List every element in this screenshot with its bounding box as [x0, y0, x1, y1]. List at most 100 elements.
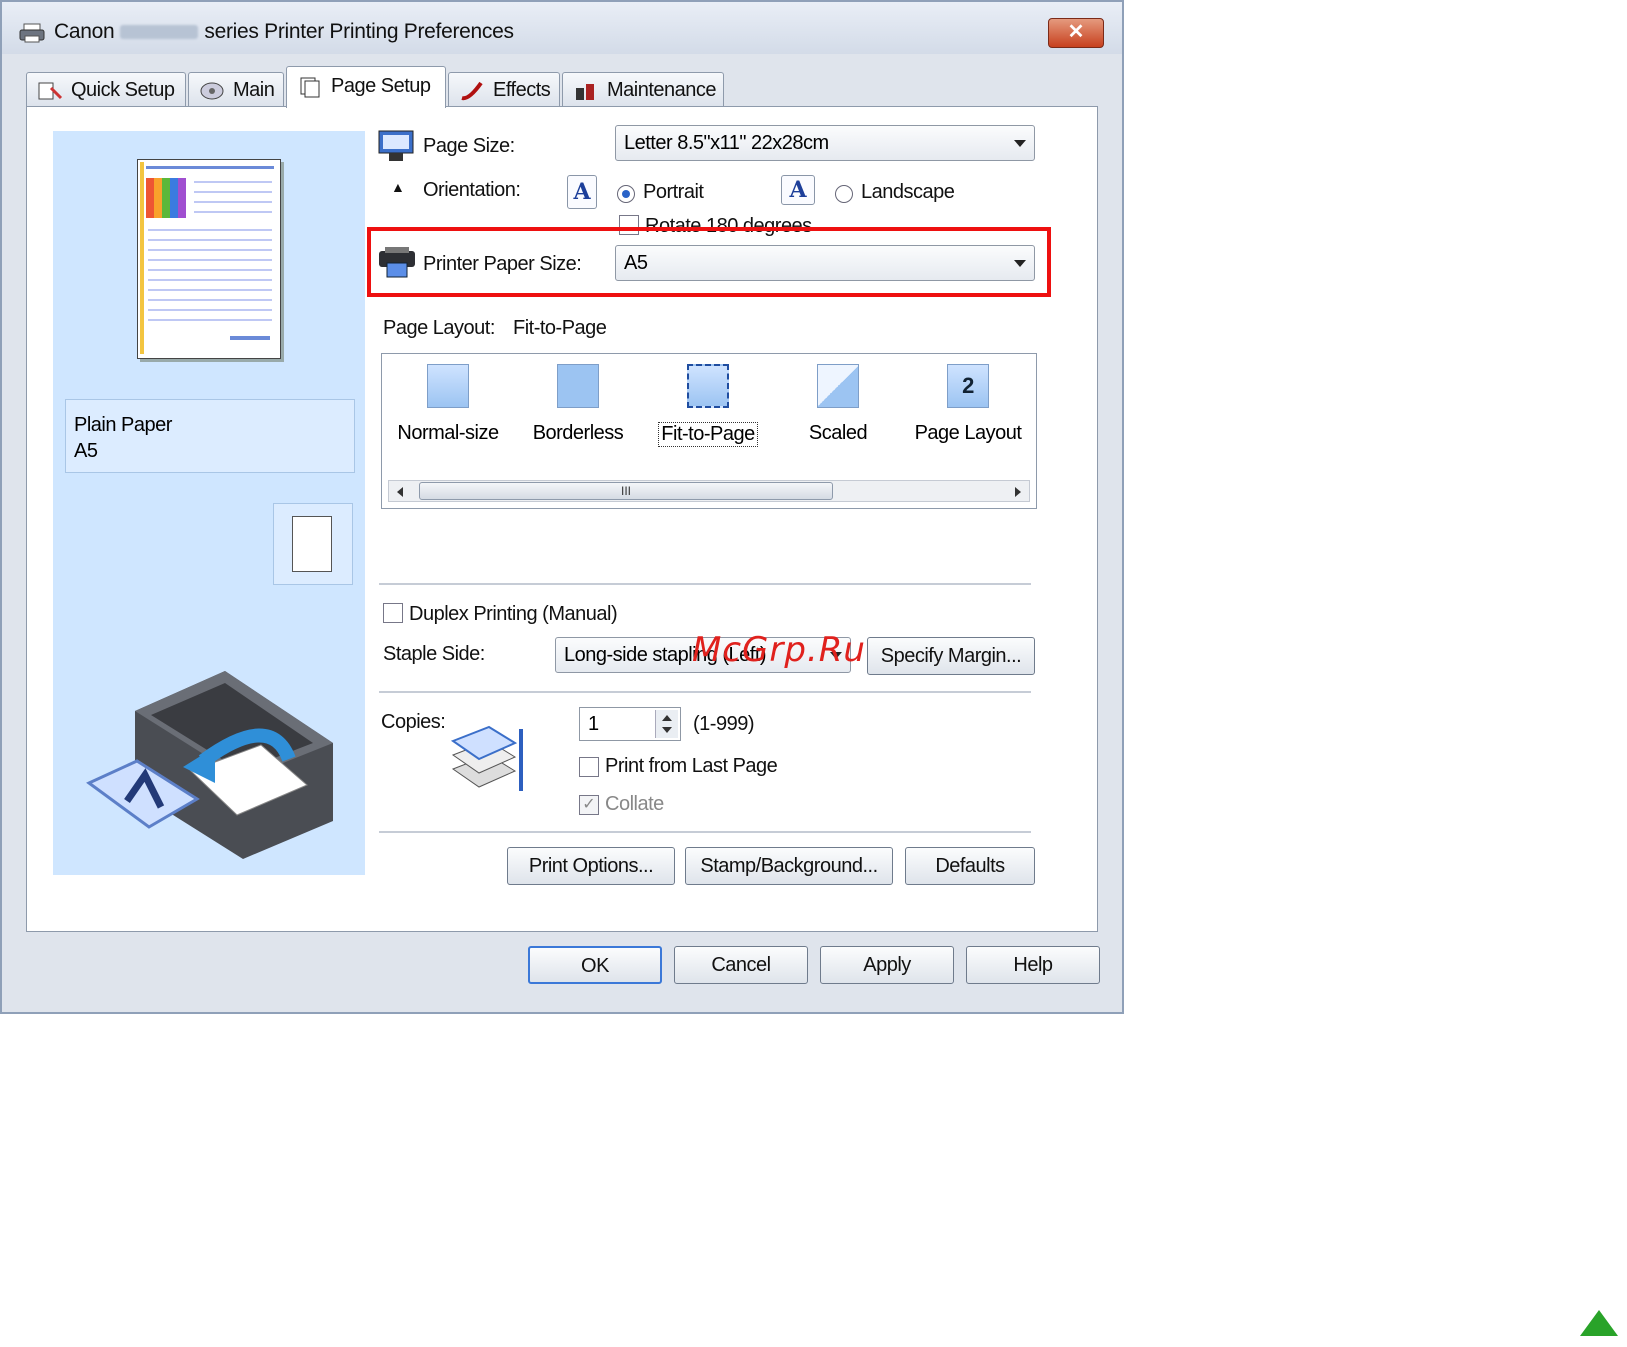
fit-to-page-icon: [687, 364, 729, 408]
quick-setup-icon: [38, 82, 63, 100]
page-setup-icon: [300, 77, 320, 98]
copies-spinner[interactable]: [655, 710, 678, 738]
scroll-left-icon[interactable]: [397, 487, 403, 497]
scrollbar-thumb[interactable]: III: [419, 482, 833, 500]
tab-label: Effects: [493, 79, 551, 101]
printer-paper-size-value: A5: [624, 252, 648, 274]
preview-pane: Plain Paper A5: [53, 131, 365, 875]
title-prefix: Canon: [54, 20, 115, 43]
layout-scrollbar[interactable]: III: [388, 480, 1030, 502]
copies-value: 1: [588, 713, 600, 735]
media-size-text: A5: [74, 440, 98, 462]
tab-quick-setup[interactable]: Quick Setup: [26, 72, 186, 106]
divider: [379, 691, 1031, 693]
back-to-top-icon[interactable]: [1580, 1310, 1618, 1336]
collate-checkbox[interactable]: ✓: [579, 795, 599, 815]
page-layout-list: Normal-size Borderless Fit-to-Page Scale…: [381, 353, 1037, 509]
layout-item-page-layout[interactable]: 2 Page Layout: [908, 364, 1028, 445]
media-info: Plain Paper A5: [65, 399, 355, 473]
layout-item-label: Borderless: [532, 422, 624, 444]
copies-stack-icon: [450, 725, 523, 791]
chevron-down-icon: [1014, 260, 1026, 267]
printer-illustration: [86, 671, 333, 859]
layout-item-label: Fit-to-Page: [658, 422, 758, 447]
cancel-button[interactable]: Cancel: [674, 946, 808, 984]
staple-side-label: Staple Side:: [383, 643, 485, 665]
portrait-icon: A: [567, 175, 597, 209]
document-preview-image: [140, 162, 274, 354]
orientation-bullet-icon: ▲: [391, 179, 405, 195]
divider: [379, 831, 1031, 833]
help-button[interactable]: Help: [966, 946, 1100, 984]
landscape-icon: A: [781, 175, 815, 205]
apply-button[interactable]: Apply: [820, 946, 954, 984]
page-preview: [137, 159, 281, 359]
page-setup-panel: Plain Paper A5 Page Size: Letter 8.5"x11…: [26, 106, 1098, 932]
portrait-label[interactable]: Portrait: [643, 181, 704, 204]
media-type-text: Plain Paper: [74, 414, 172, 436]
orientation-preview: [273, 503, 353, 585]
model-name-redacted: [120, 25, 199, 40]
portrait-radio[interactable]: [617, 185, 635, 203]
scroll-right-icon[interactable]: [1015, 487, 1021, 497]
layout-item-scaled[interactable]: Scaled: [778, 364, 898, 445]
duplex-label[interactable]: Duplex Printing (Manual): [409, 603, 618, 626]
print-last-page-checkbox[interactable]: [579, 757, 599, 777]
printer-icon: [19, 23, 45, 43]
print-last-page-label[interactable]: Print from Last Page: [605, 755, 778, 778]
printer-paper-size-dropdown[interactable]: A5: [615, 245, 1035, 281]
title-suffix: series Printer Printing Preferences: [204, 20, 514, 43]
landscape-radio[interactable]: [835, 185, 853, 203]
page-size-label: Page Size:: [423, 135, 515, 157]
tab-effects[interactable]: Effects: [448, 72, 560, 106]
stamp-background-button[interactable]: Stamp/Background...: [685, 847, 893, 885]
effects-icon: [461, 81, 483, 100]
page-size-icon: [378, 130, 414, 161]
layout-item-label: Normal-size: [397, 422, 499, 444]
layout-item-normal-size[interactable]: Normal-size: [388, 364, 508, 445]
window-title: Canon series Printer Printing Preferences: [54, 20, 514, 44]
close-icon: ✕: [1067, 21, 1085, 43]
layout-item-fit-to-page[interactable]: Fit-to-Page: [648, 364, 768, 447]
page-layout-label: Page Layout:: [383, 317, 495, 339]
tab-label: Maintenance: [607, 79, 717, 101]
printer-paper-size-label: Printer Paper Size:: [423, 253, 582, 275]
scaled-icon: [817, 364, 859, 408]
layout-item-borderless[interactable]: Borderless: [518, 364, 638, 445]
landscape-label[interactable]: Landscape: [861, 181, 955, 204]
copies-label: Copies:: [381, 711, 446, 733]
chevron-down-icon: [1014, 140, 1026, 147]
copies-input[interactable]: 1: [579, 707, 681, 741]
layout-item-label: Scaled: [808, 422, 868, 444]
tab-label: Page Setup: [331, 75, 431, 97]
page-layout-value: Fit-to-Page: [513, 317, 607, 339]
divider: [379, 583, 1031, 585]
print-options-button[interactable]: Print Options...: [507, 847, 675, 885]
printer-paper-size-icon: [379, 247, 415, 278]
tab-label: Quick Setup: [71, 79, 175, 101]
close-button[interactable]: ✕: [1048, 18, 1104, 48]
spinner-arrows-icon: [662, 715, 672, 733]
portrait-page-icon: [292, 516, 332, 572]
normal-size-icon: [427, 364, 469, 408]
page-size-value: Letter 8.5"x11" 22x28cm: [624, 132, 829, 154]
duplex-checkbox[interactable]: [383, 603, 403, 623]
tab-maintenance[interactable]: Maintenance: [562, 72, 724, 106]
tab-page-setup[interactable]: Page Setup: [286, 66, 446, 108]
specify-margin-button[interactable]: Specify Margin...: [867, 637, 1035, 675]
defaults-button[interactable]: Defaults: [905, 847, 1035, 885]
borderless-icon: [557, 364, 599, 408]
tab-main[interactable]: Main: [188, 72, 284, 106]
collate-label[interactable]: Collate: [605, 793, 664, 816]
page-size-dropdown[interactable]: Letter 8.5"x11" 22x28cm: [615, 125, 1035, 161]
ok-button[interactable]: OK: [528, 946, 662, 984]
maintenance-icon: [576, 83, 594, 100]
title-bar: Canon series Printer Printing Preferences…: [2, 2, 1122, 54]
layout-item-label: Page Layout: [914, 422, 1022, 444]
page-layout-icon: 2: [947, 364, 989, 408]
main-icon: [200, 82, 224, 100]
tab-label: Main: [233, 79, 275, 101]
copies-range: (1-999): [693, 713, 754, 735]
printing-preferences-window: Canon series Printer Printing Preferences…: [0, 0, 1124, 1014]
watermark-text: McGrp.Ru: [692, 630, 866, 670]
